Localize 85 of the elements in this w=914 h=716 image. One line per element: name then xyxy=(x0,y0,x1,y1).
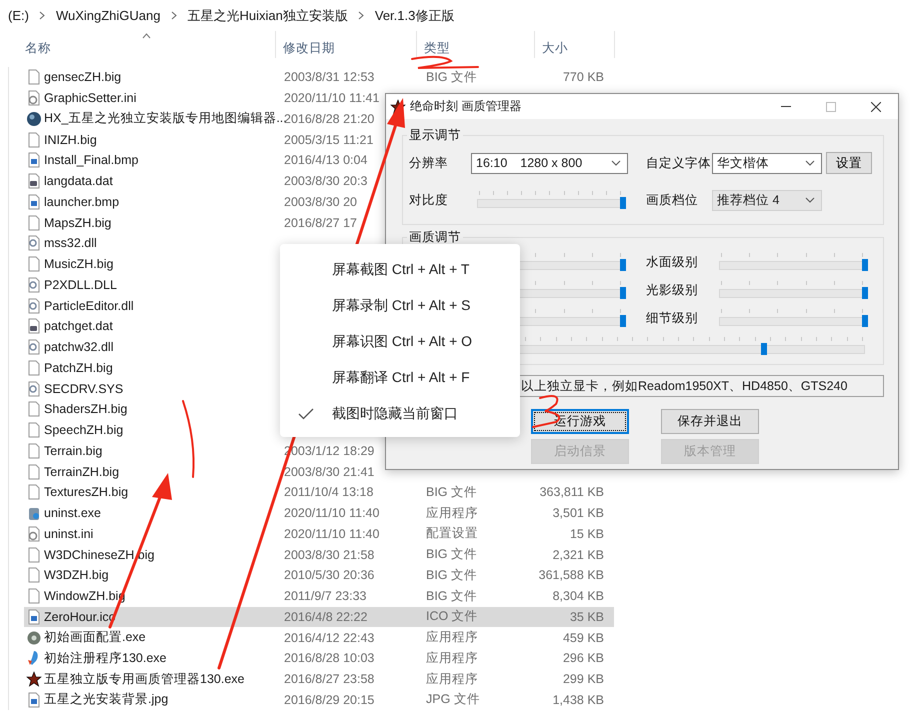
file-type: BIG 文件 xyxy=(426,68,478,86)
file-name: SECDRV.SYS xyxy=(44,382,124,396)
file-size: 770 KB xyxy=(562,70,604,84)
window-title: 绝命时刻 画质管理器 xyxy=(410,98,522,115)
file-date: 2020/11/10 11:41 xyxy=(284,91,380,106)
file-name: ParticleEditor.dll xyxy=(44,298,135,313)
file-name: TexturesZH.big xyxy=(44,485,130,500)
file-date: 2003/8/30 20:3 xyxy=(284,174,368,188)
file-size: 296 KB xyxy=(562,651,604,666)
file-size: 3,501 KB xyxy=(552,506,604,520)
file-size: 299 KB xyxy=(562,672,604,686)
file-type: BIG 文件 xyxy=(426,566,478,584)
group-title: 画质调节 xyxy=(408,229,462,246)
file-date: 2016/8/29 20:15 xyxy=(284,692,374,707)
file-name: ShadersZH.big xyxy=(44,402,128,416)
file-name: uninst.exe xyxy=(44,506,102,520)
file-name: 初始注册程序130.exe xyxy=(44,650,168,667)
file-name: langdata.dat xyxy=(44,174,114,188)
file-size: 15 KB xyxy=(570,526,604,541)
file-date: 2003/8/30 20 xyxy=(284,194,357,209)
field-label: 对比度 xyxy=(409,192,449,208)
file-date: 2020/11/10 11:40 xyxy=(284,506,380,520)
file-type: 应用程序 xyxy=(426,504,478,522)
file-name: patchw32.dll xyxy=(44,340,114,354)
file-date: 2016/8/28 21:20 xyxy=(284,112,374,126)
file-date: 2016/8/27 23:58 xyxy=(284,672,374,686)
file-type: JPG 文件 xyxy=(426,691,480,708)
field-label: 自定义字体 xyxy=(646,154,712,172)
file-date: 2003/8/30 21:58 xyxy=(284,548,374,562)
file-name: MapsZH.big xyxy=(44,216,112,230)
field-label: 水面级别 xyxy=(646,254,699,270)
file-date: 2020/11/10 11:40 xyxy=(284,526,380,541)
file-type: 配置设置 xyxy=(426,525,478,542)
file-date: 2016/4/13 0:04 xyxy=(284,153,368,168)
file-date: 2003/8/31 12:53 xyxy=(284,70,374,84)
menu-item-label: 屏幕录制 Ctrl + Alt + S xyxy=(332,297,470,315)
file-date: 2011/9/7 23:33 xyxy=(284,589,366,604)
file-date: 2010/5/30 20:36 xyxy=(284,568,374,582)
file-size: 35 KB xyxy=(570,610,604,624)
file-type: 应用程序 xyxy=(426,629,478,646)
file-size: 2,321 KB xyxy=(552,548,604,562)
file-name: uninst.ini xyxy=(44,526,94,541)
file-date: 2016/4/8 22:22 xyxy=(284,610,368,624)
menu-item-label: 屏幕截图 Ctrl + Alt + T xyxy=(332,261,470,279)
file-size: 1,438 KB xyxy=(552,692,604,707)
field-label: 光影级别 xyxy=(646,282,699,298)
file-name: 初始画面配置.exe xyxy=(44,629,147,646)
file-type: 应用程序 xyxy=(426,650,478,667)
file-name: PatchZH.big xyxy=(44,360,114,375)
file-type: BIG 文件 xyxy=(426,484,478,501)
file-name: MusicZH.big xyxy=(44,257,114,272)
field-label: 画质档位 xyxy=(646,192,699,208)
file-date: 2016/4/12 22:43 xyxy=(284,630,374,645)
file-size: 363,811 KB xyxy=(540,485,604,500)
file-type: ICO 文件 xyxy=(426,608,478,626)
group-title: 显示调节 xyxy=(408,127,462,144)
file-name: GraphicSetter.ini xyxy=(44,91,138,106)
file-date: 2003/8/30 21:41 xyxy=(284,464,374,479)
file-type: 应用程序 xyxy=(426,670,478,688)
file-name: INIZH.big xyxy=(44,132,98,147)
file-name: P2XDLL.DLL xyxy=(44,278,118,292)
file-size: 459 KB xyxy=(562,630,604,645)
menu-item-label: 屏幕识图 Ctrl + Alt + O xyxy=(332,333,472,351)
field-label: 细节级别 xyxy=(646,310,699,326)
file-name: Install_Final.bmp xyxy=(44,153,140,168)
menu-item-label: 截图时隐藏当前窗口 xyxy=(332,405,458,423)
file-size: 8,304 KB xyxy=(552,589,604,604)
file-name: SpeechZH.big xyxy=(44,423,124,438)
file-type: BIG 文件 xyxy=(426,588,478,605)
file-name: patchget.dat xyxy=(44,319,114,334)
file-name: Terrain.big xyxy=(44,444,104,458)
field-label: 分辨率 xyxy=(409,154,449,172)
file-name: W3DZH.big xyxy=(44,568,110,582)
file-name: launcher.bmp xyxy=(44,194,120,209)
file-name: gensecZH.big xyxy=(44,70,122,84)
file-date: 2011/10/4 13:18 xyxy=(284,485,374,500)
file-type: BIG 文件 xyxy=(426,546,478,564)
file-name: 五星独立版专用画质管理器130.exe xyxy=(44,670,246,688)
file-date: 2005/3/15 11:21 xyxy=(284,132,374,147)
file-name: TerrainZH.big xyxy=(44,464,120,479)
file-size: 361,588 KB xyxy=(538,568,604,582)
file-date: 2016/8/27 17 xyxy=(284,216,357,230)
file-name: 五星之光安装背景.jpg xyxy=(44,691,170,708)
file-name: mss32.dll xyxy=(44,236,98,250)
file-date: 2016/8/28 10:03 xyxy=(284,651,374,666)
